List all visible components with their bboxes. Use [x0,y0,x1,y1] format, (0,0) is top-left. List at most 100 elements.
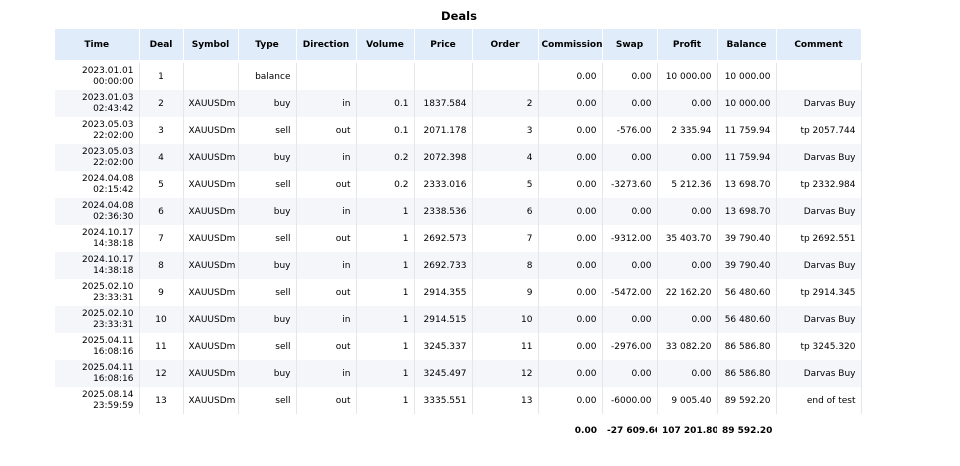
table-row[interactable]: 2025.04.11 16:08:16 12 XAUUSDm buy in 1 3245.49… [55,360,862,387]
totals-spacer [472,414,538,444]
cell-profit: 2 335.94 [657,117,718,144]
total-profit: 107 201.80 [657,414,717,444]
cell-comment: tp 2057.744 [776,117,862,144]
cell-type: buy [238,198,297,225]
cell-symbol: XAUUSDm [183,252,239,279]
cell-volume: 1 [356,387,415,414]
cell-symbol [183,60,239,90]
cell-order: 11 [472,333,539,360]
cell-volume [356,60,415,90]
cell-date: 2024.10.17 [81,227,134,238]
table-row[interactable]: 2024.04.08 02:36:30 6 XAUUSDm buy in 1 2338.536… [55,198,862,225]
column-header-order[interactable]: Order [472,29,539,62]
cell-comment: Darvas Buy [776,306,862,333]
cell-order [472,60,539,90]
cell-time: 2024.10.17 14:38:18 [55,225,140,252]
cell-type: buy [238,306,297,333]
table-row[interactable]: 2023.01.01 00:00:00 1 balance 0.00 0.00 10 000… [55,60,862,90]
table-row[interactable]: 2024.04.08 02:15:42 5 XAUUSDm sell out 0.2 2333… [55,171,862,198]
column-header-time[interactable]: Time [55,29,140,62]
cell-balance: 11 759.94 [717,117,777,144]
cell-volume: 1 [356,306,415,333]
cell-date: 2025.04.11 [81,335,134,346]
table-row[interactable]: 2025.02.10 23:33:31 10 XAUUSDm buy in 1 2914.51… [55,306,862,333]
cell-symbol: XAUUSDm [183,333,239,360]
cell-clock-time: 23:59:59 [93,400,134,411]
cell-order: 2 [472,90,539,117]
cell-comment: Darvas Buy [776,360,862,387]
totals-spacer [296,414,356,444]
cell-direction: in [296,252,357,279]
column-header-deal[interactable]: Deal [139,29,184,62]
column-header-symbol[interactable]: Symbol [183,29,239,62]
cell-volume: 0.2 [356,171,415,198]
cell-date: 2024.04.08 [81,173,134,184]
cell-order: 4 [472,144,539,171]
cell-volume: 0.1 [356,90,415,117]
table-row[interactable]: 2023.05.03 22:02:00 3 XAUUSDm sell out 0.1 2071… [55,117,862,144]
table-row[interactable]: 2025.02.10 23:33:31 9 XAUUSDm sell out 1 2914.3… [55,279,862,306]
cell-direction: out [296,117,357,144]
table-row[interactable]: 2024.10.17 14:38:18 7 XAUUSDm sell out 1 2692.5… [55,225,862,252]
cell-balance: 10 000.00 [717,60,777,90]
cell-swap: -6000.00 [602,387,658,414]
column-header-balance[interactable]: Balance [717,29,777,62]
cell-commission: 0.00 [538,117,603,144]
cell-clock-time: 02:15:42 [93,184,134,195]
cell-deal: 1 [139,60,184,90]
cell-time: 2025.04.11 16:08:16 [55,360,140,387]
cell-order: 3 [472,117,539,144]
totals-spacer [139,414,183,444]
cell-deal: 9 [139,279,184,306]
totals-spacer [55,414,139,444]
cell-symbol: XAUUSDm [183,171,239,198]
cell-profit: 10 000.00 [657,60,718,90]
cell-date: 2023.01.03 [81,92,134,103]
table-row[interactable]: 2025.04.11 16:08:16 11 XAUUSDm sell out 1 3245.… [55,333,862,360]
cell-order: 8 [472,252,539,279]
column-header-direction[interactable]: Direction [296,29,357,62]
column-header-volume[interactable]: Volume [356,29,415,62]
totals-spacer [238,414,296,444]
cell-balance: 13 698.70 [717,198,777,225]
cell-direction: out [296,279,357,306]
cell-date: 2025.02.10 [81,281,134,292]
totals-row: 0.00 -27 609.60 107 201.80 89 592.20 [55,414,861,444]
cell-type: buy [238,144,297,171]
cell-symbol: XAUUSDm [183,360,239,387]
column-header-comment[interactable]: Comment [776,29,862,62]
cell-comment: Darvas Buy [776,90,862,117]
cell-direction: out [296,171,357,198]
column-header-swap[interactable]: Swap [602,29,658,62]
cell-profit: 0.00 [657,144,718,171]
cell-deal: 7 [139,225,184,252]
cell-comment: tp 3245.320 [776,333,862,360]
totals-spacer [356,414,414,444]
cell-order: 7 [472,225,539,252]
table-row[interactable]: 2024.10.17 14:38:18 8 XAUUSDm buy in 1 2692.733… [55,252,862,279]
column-header-type[interactable]: Type [238,29,297,62]
table-row[interactable]: 2023.01.03 02:43:42 2 XAUUSDm buy in 0.1 1837.5… [55,90,862,117]
cell-symbol: XAUUSDm [183,279,239,306]
column-header-price[interactable]: Price [414,29,473,62]
cell-symbol: XAUUSDm [183,90,239,117]
cell-order: 9 [472,279,539,306]
cell-deal: 3 [139,117,184,144]
cell-date: 2025.02.10 [81,308,134,319]
column-header-profit[interactable]: Profit [657,29,718,62]
cell-direction: out [296,225,357,252]
cell-price: 3245.337 [414,333,473,360]
cell-deal: 13 [139,387,184,414]
table-row[interactable]: 2023.05.03 22:02:00 4 XAUUSDm buy in 0.2 2072.3… [55,144,862,171]
cell-comment: tp 2332.984 [776,171,862,198]
table-row[interactable]: 2025.08.14 23:59:59 13 XAUUSDm sell out 1 3335.… [55,387,862,414]
cell-commission: 0.00 [538,333,603,360]
cell-deal: 6 [139,198,184,225]
cell-commission: 0.00 [538,144,603,171]
cell-date: 2025.08.14 [81,389,134,400]
cell-volume: 1 [356,252,415,279]
cell-comment: Darvas Buy [776,144,862,171]
cell-commission: 0.00 [538,60,603,90]
column-header-commission[interactable]: Commission [538,29,603,62]
cell-swap: 0.00 [602,252,658,279]
